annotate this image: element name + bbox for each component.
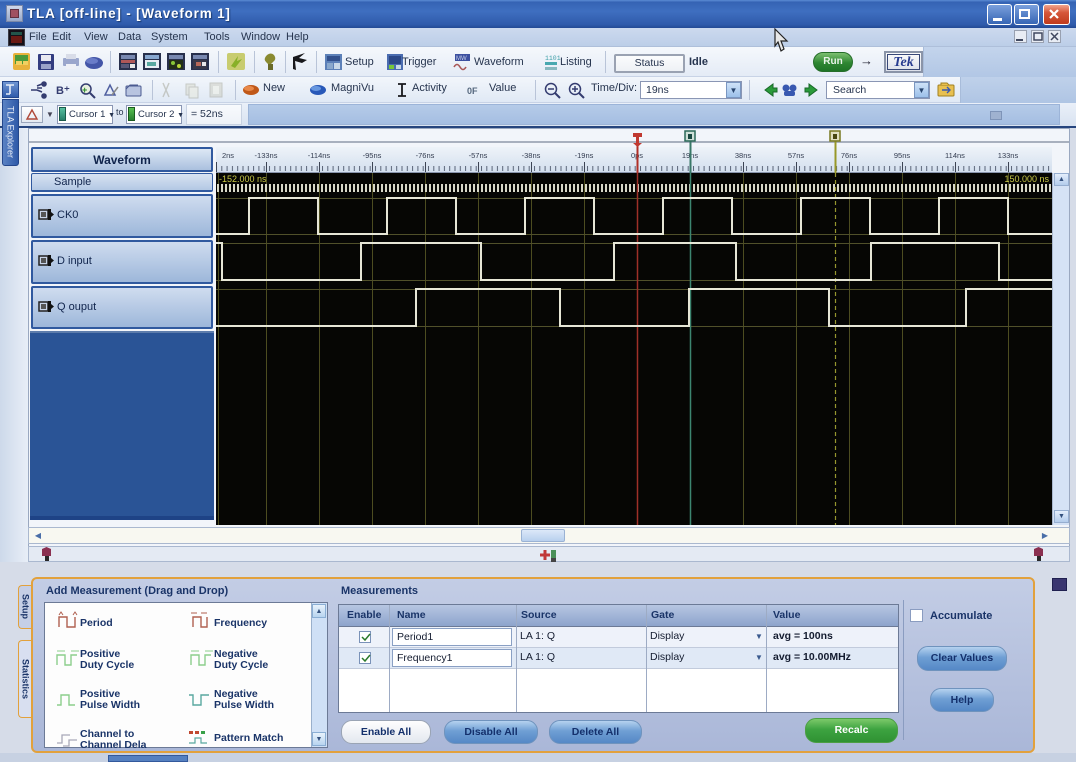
svg-text:+: + [82,85,87,95]
svg-text:0F: 0F [467,86,478,96]
svg-text:150.000 ns: 150.000 ns [1004,174,1049,184]
svg-text:MW: MW [456,56,467,62]
svg-text:-152.000 ns: -152.000 ns [219,174,267,184]
svg-text:B⁺: B⁺ [56,85,70,97]
svg-text:1101: 1101 [545,55,561,62]
